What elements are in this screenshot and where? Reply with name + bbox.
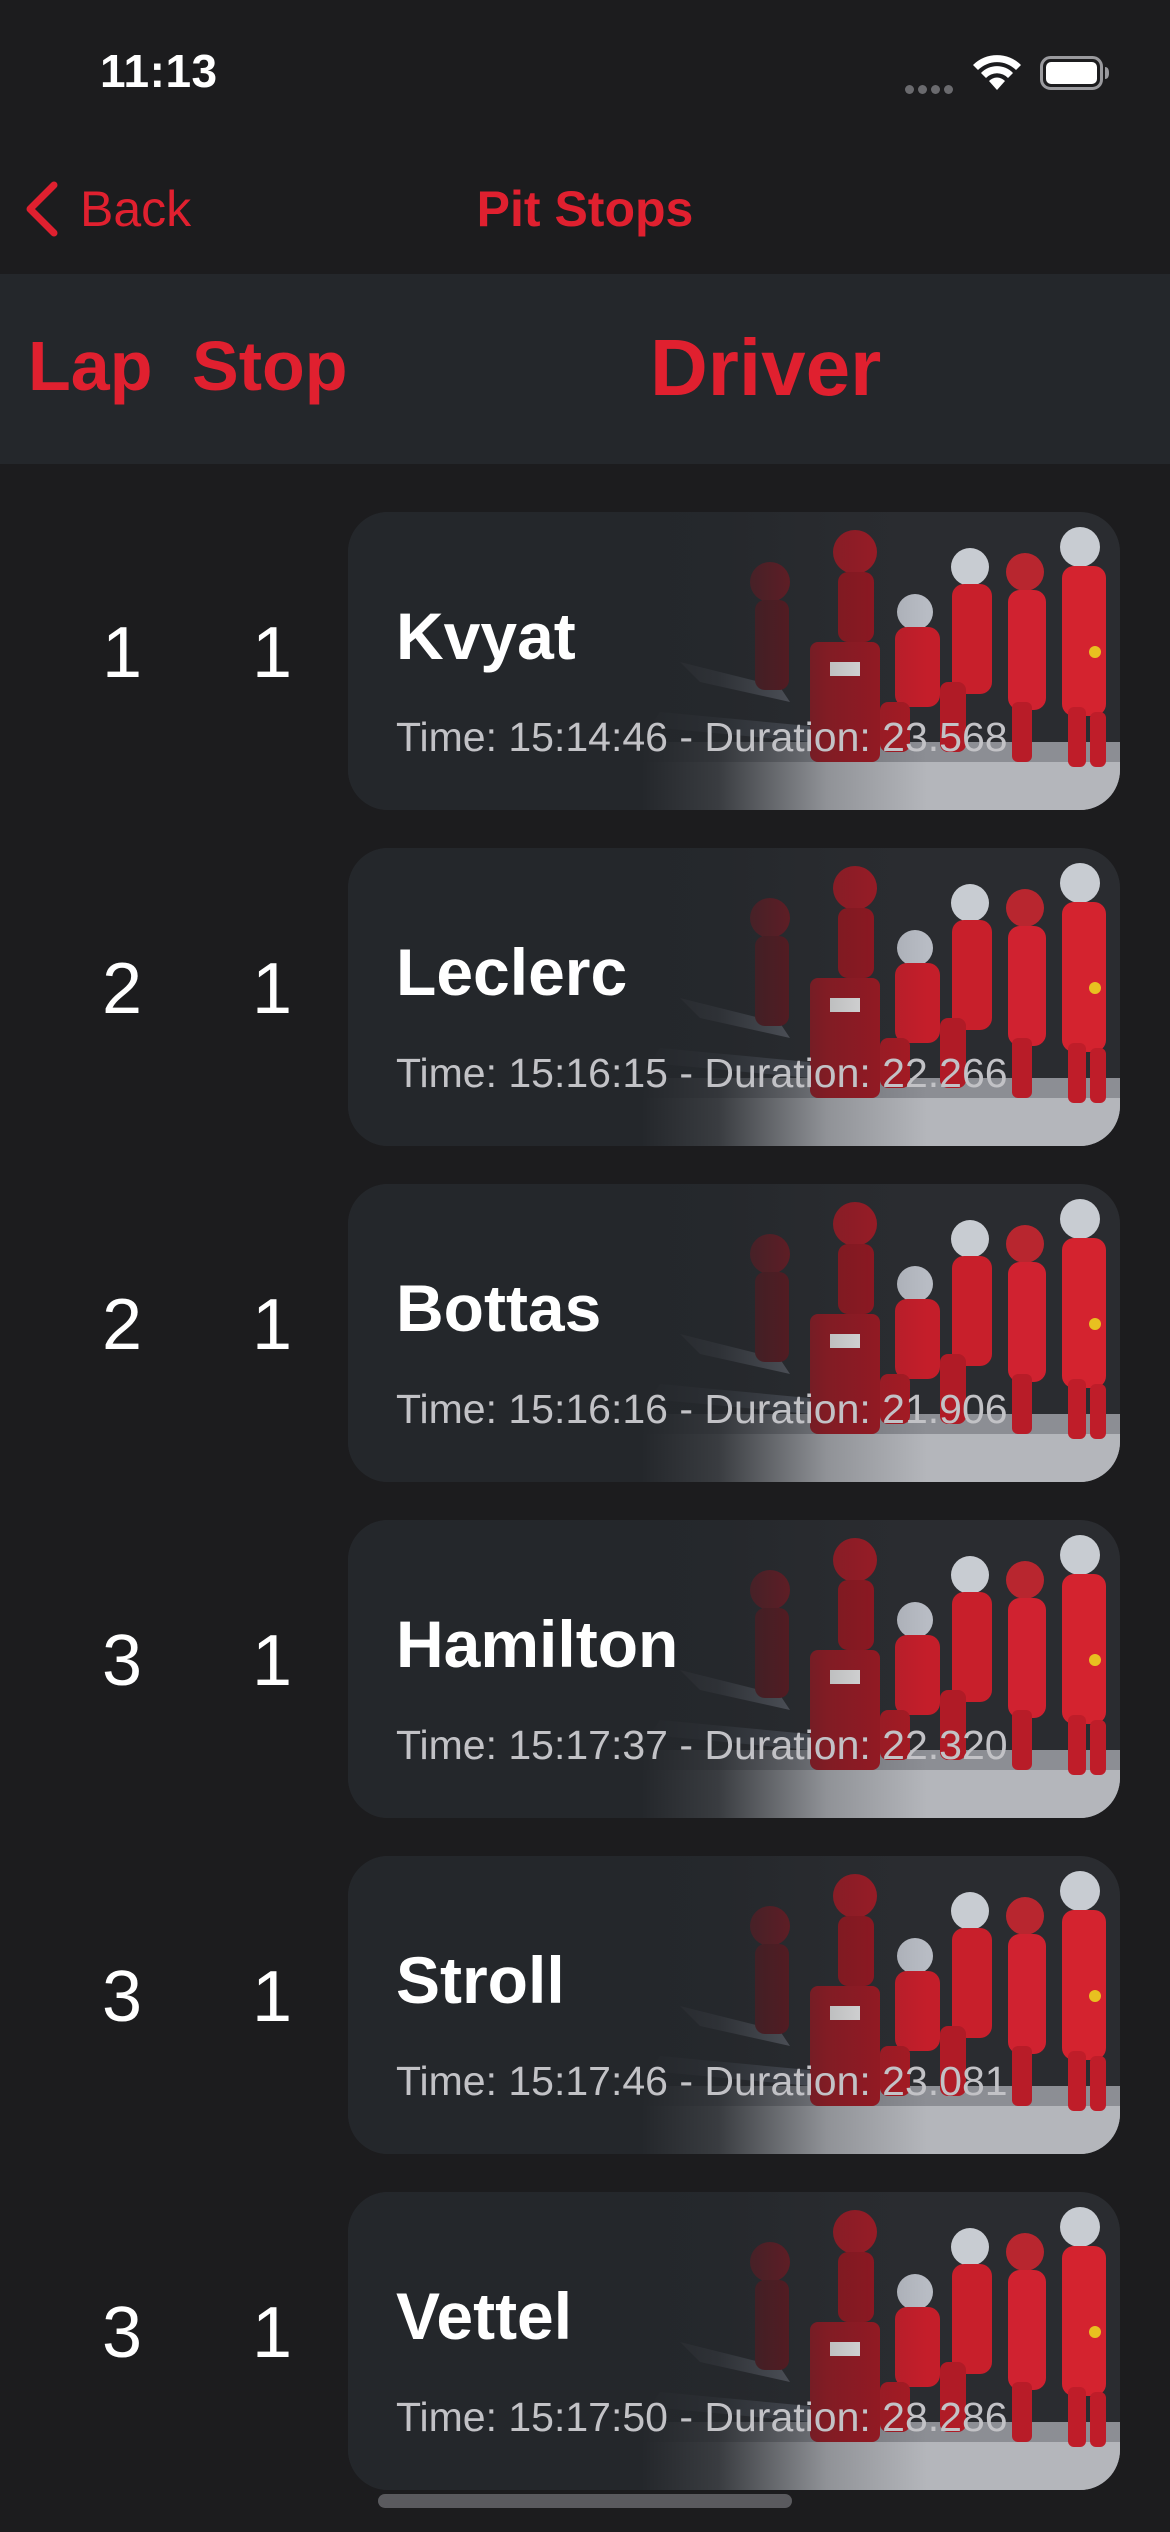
stop-value: 1: [251, 1285, 293, 1365]
column-header-stop: Stop: [192, 327, 348, 405]
wifi-icon: [973, 55, 1021, 90]
stop-value: 1: [251, 949, 293, 1029]
status-time: 11:13: [100, 45, 218, 97]
navigation-bar: Back Pit Stops: [0, 150, 1170, 274]
stop-detail: Time: 15:14:46 - Duration: 23.568: [396, 714, 1008, 760]
stop-value: 1: [251, 1957, 293, 2037]
lap-value: 3: [101, 1621, 143, 1701]
driver-name: Bottas: [396, 1271, 602, 1345]
column-header-lap: Lap: [28, 327, 153, 405]
table-row: 3 1 Stroll Time: 15:17:46 - Duration: 23…: [0, 1856, 1170, 2156]
driver-name: Leclerc: [396, 935, 628, 1009]
battery-icon: [1040, 56, 1109, 90]
pit-stop-list: 1 1 Kvyat Time: 15:14:46 - Duration: 23.…: [0, 512, 1170, 2528]
page-title: Pit Stops: [476, 181, 694, 237]
stop-value: 1: [251, 1621, 293, 1701]
driver-card[interactable]: Bottas Time: 15:16:16 - Duration: 21.906: [348, 1184, 1120, 1482]
table-row: 2 1 Bottas Time: 15:16:16 - Duration: 21…: [0, 1184, 1170, 1484]
stop-value: 1: [251, 613, 293, 693]
driver-card[interactable]: Kvyat Time: 15:14:46 - Duration: 23.568: [348, 512, 1120, 810]
driver-name: Vettel: [396, 2279, 573, 2353]
stop-detail: Time: 15:17:50 - Duration: 28.286: [396, 2394, 1008, 2440]
cellular-signal-icon: [905, 81, 959, 94]
lap-value: 2: [101, 949, 143, 1029]
column-header-driver: Driver: [650, 323, 882, 412]
table-row: 2 1 Leclerc Time: 15:16:15 - Duration: 2…: [0, 848, 1170, 1148]
driver-name: Kvyat: [396, 599, 576, 673]
table-row: 3 1 Hamilton Time: 15:17:37 - Duration: …: [0, 1520, 1170, 1820]
lap-value: 2: [101, 1285, 143, 1365]
lap-value: 3: [101, 1957, 143, 2037]
table-header: Lap Stop Driver: [0, 274, 1170, 464]
stop-detail: Time: 15:17:46 - Duration: 23.081: [396, 2058, 1008, 2104]
driver-card[interactable]: Stroll Time: 15:17:46 - Duration: 23.081: [348, 1856, 1120, 2154]
driver-card[interactable]: Vettel Time: 15:17:50 - Duration: 28.286: [348, 2192, 1120, 2490]
driver-name: Hamilton: [396, 1607, 679, 1681]
status-bar: 11:13: [0, 0, 1170, 150]
driver-name: Stroll: [396, 1943, 565, 2017]
stop-detail: Time: 15:17:37 - Duration: 22.320: [396, 1722, 1008, 1768]
lap-value: 1: [101, 613, 143, 693]
stop-value: 1: [251, 2293, 293, 2373]
table-row: 3 1 Vettel Time: 15:17:50 - Duration: 28…: [0, 2192, 1170, 2492]
home-indicator[interactable]: [378, 2494, 792, 2508]
driver-card[interactable]: Hamilton Time: 15:17:37 - Duration: 22.3…: [348, 1520, 1120, 1818]
stop-detail: Time: 15:16:16 - Duration: 21.906: [396, 1386, 1008, 1432]
lap-value: 3: [101, 2293, 143, 2373]
stop-detail: Time: 15:16:15 - Duration: 22.266: [396, 1050, 1008, 1096]
driver-card[interactable]: Leclerc Time: 15:16:15 - Duration: 22.26…: [348, 848, 1120, 1146]
table-row: 1 1 Kvyat Time: 15:14:46 - Duration: 23.…: [0, 512, 1170, 812]
